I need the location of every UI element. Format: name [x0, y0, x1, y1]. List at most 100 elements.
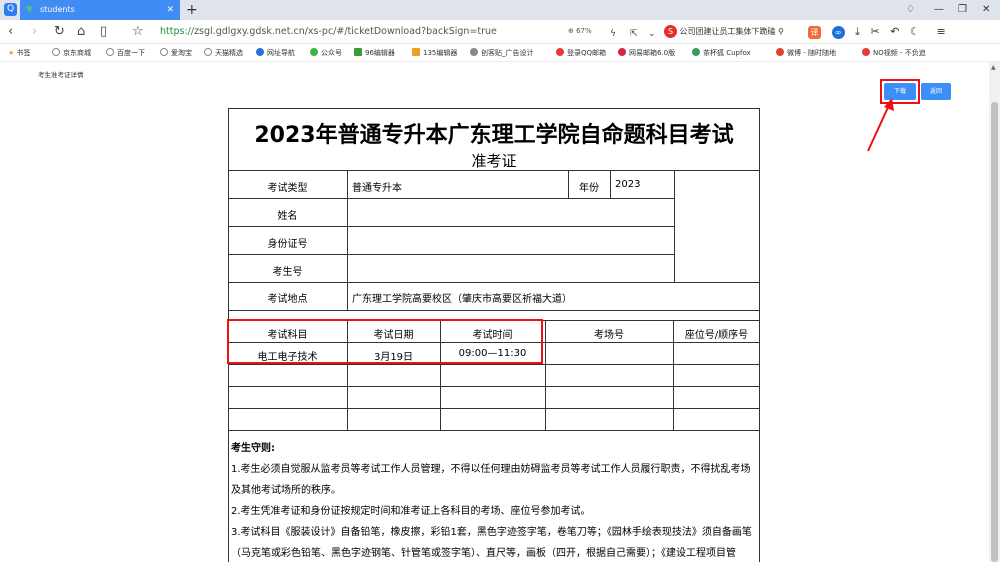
menu-icon[interactable]: ≡ — [936, 25, 945, 38]
moon-icon[interactable]: ☾ — [910, 25, 920, 38]
bookmarks-bar: ★ 书签 京东商城 百度一下 爱淘宝 天猫精选 网址导航 公众号 96编辑器 1… — [0, 44, 1000, 62]
location-label: 考试地点 — [267, 294, 308, 305]
reload-icon[interactable]: ↻ — [54, 24, 65, 40]
location-value: 广东理工学院高要校区（肇庆市高要区祈福大道） — [352, 294, 572, 305]
close-window-icon[interactable]: ✕ — [982, 0, 990, 20]
globe-icon — [204, 48, 212, 56]
grid-line — [228, 254, 674, 255]
annotation-box — [227, 319, 543, 364]
bookmark-item[interactable]: 京东商城 — [52, 48, 91, 58]
year-label: 年份 — [579, 183, 599, 194]
student-no-label: 考生号 — [272, 267, 303, 278]
bookmark-item[interactable]: 天猫精选 — [204, 48, 243, 58]
globe-icon — [160, 48, 168, 56]
grid-line — [228, 364, 760, 365]
tab-students[interactable]: ▼ students ✕ — [20, 0, 180, 20]
tab-title: students — [40, 5, 75, 14]
bookmark-item[interactable]: 百度一下 — [106, 48, 145, 58]
search-box[interactable]: S 公司团建让员工集体下跪磕 ⚲ — [664, 25, 784, 38]
rule-line: （马克笔或彩色铅笔、黑色字迹钢笔、针管笔或签字笔）、直尺等，画板（四开，根据自己… — [231, 548, 736, 559]
editor96-icon — [354, 48, 362, 56]
grid-line — [228, 198, 674, 199]
bookmark-item[interactable]: 创客贴_广告设计 — [470, 48, 534, 58]
chevron-down-icon[interactable]: ⌄ — [648, 26, 656, 42]
globe-icon — [52, 48, 60, 56]
bookmark-item[interactable]: 爱淘宝 — [160, 48, 192, 58]
year-value: 2023 — [615, 179, 641, 190]
bookmark-item[interactable]: 微博 - 随时随地 — [776, 48, 836, 58]
scissors-icon[interactable]: ✂ — [871, 25, 880, 38]
address-bar: ‹ › ↻ ⌂ ▯ ☆ https://zsgl.gdlgxy.gdsk.net… — [0, 20, 1000, 44]
grid-line — [674, 170, 675, 282]
new-tab-icon[interactable]: + — [186, 0, 198, 20]
qq-mail-icon — [556, 48, 564, 56]
bookmark-item[interactable]: 135编辑器 — [412, 48, 457, 58]
rules-heading: 考生守则: — [231, 443, 275, 454]
url-field[interactable]: https://zsgl.gdlgxy.gdsk.net.cn/xs-pc/#/… — [160, 26, 497, 37]
bookmark-item[interactable]: 公众号 — [310, 48, 342, 58]
restore-icon[interactable]: ❐ — [958, 0, 967, 20]
grid-line — [228, 282, 760, 283]
annotation-arrow — [867, 98, 894, 152]
back-icon[interactable]: ‹ — [8, 24, 13, 40]
grid-line — [228, 408, 760, 409]
star-filled-icon: ★ — [8, 49, 15, 57]
search-engine-icon: S — [664, 25, 677, 38]
scroll-thumb[interactable] — [991, 102, 998, 562]
bookmark-item[interactable]: 96编辑器 — [354, 48, 395, 58]
grid-line — [347, 170, 348, 310]
ticket-title: 2023年普通专升本广东理工学院自命题科目考试 — [254, 123, 734, 148]
back-button[interactable]: 返回 — [921, 83, 951, 100]
scrollbar[interactable]: ▲ — [989, 62, 1000, 562]
star-icon[interactable]: ☆ — [132, 24, 144, 40]
bookmark-item[interactable]: ★ 书签 — [8, 48, 31, 58]
download-icon[interactable]: ⤓ — [855, 25, 860, 38]
exam-type-label: 考试类型 — [267, 183, 308, 194]
share-icon[interactable]: ⇱ — [630, 26, 638, 42]
bookmark-item[interactable]: 茶杯狐 Cupfox — [692, 48, 751, 58]
tab-close-icon[interactable]: ✕ — [166, 0, 174, 20]
rule-line: 2.考生凭准考证和身份证按规定时间和准考证上各科目的考场、座位号参加考试。 — [231, 506, 591, 517]
search-hint: 公司团建让员工集体下跪磕 — [679, 27, 776, 36]
url-path: zsgl.gdlgxy.gdsk.net.cn/xs-pc/#/ticketDo… — [194, 26, 497, 37]
extension-infinity-icon[interactable]: ∞ — [831, 26, 845, 39]
rules-section: 考生守则: 1.考生必须自觉服从监考员等考试工作人员管理，不得以任何理由妨碍监考… — [231, 438, 757, 564]
rule-line: 1.考生必须自觉服从监考员等考试工作人员管理，不得以任何理由妨碍监考员等考试工作… — [231, 464, 751, 475]
bookmark-item[interactable]: 登录QQ邮箱 — [556, 48, 606, 58]
breadcrumb: 考生准考证详情 — [38, 71, 84, 79]
globe-icon — [106, 48, 114, 56]
tab-bar: Q ▼ students ✕ + ♢ — ❐ ✕ — [0, 0, 1000, 20]
forward-icon[interactable]: › — [32, 24, 37, 40]
home-icon[interactable]: ⌂ — [77, 24, 85, 40]
vue-favicon-icon: ▼ — [26, 5, 33, 15]
undo-icon[interactable]: ↶ — [890, 25, 899, 38]
zoom-value: 67% — [576, 27, 592, 35]
url-protocol: https:// — [160, 26, 195, 37]
wechat-icon — [310, 48, 318, 56]
chuangketie-icon — [470, 48, 478, 56]
lightning-icon[interactable]: ϟ — [610, 26, 616, 42]
grid-line — [228, 430, 760, 431]
browser-logo-icon[interactable]: Q — [4, 3, 17, 16]
column-header: 考场号 — [594, 330, 624, 341]
grid-line — [228, 170, 760, 171]
name-label: 姓名 — [277, 211, 298, 222]
grid-line — [228, 226, 674, 227]
shirt-icon[interactable]: ♢ — [906, 0, 915, 20]
search-icon[interactable]: ⚲ — [778, 27, 784, 36]
bookmark-item[interactable]: 网易邮箱6.0版 — [618, 48, 675, 58]
bookmark-item[interactable]: NO视频 - 不负追 — [862, 48, 926, 58]
zoom-level[interactable]: ⊕ 67% — [568, 27, 592, 35]
extension-red-icon[interactable]: 译 — [808, 26, 821, 39]
reader-icon[interactable]: ▯ — [100, 24, 107, 40]
grid-line — [228, 386, 760, 387]
bookmark-item[interactable]: 网址导航 — [256, 48, 295, 58]
compass-icon — [256, 48, 264, 56]
editor135-icon — [412, 48, 420, 56]
id-label: 身份证号 — [267, 239, 308, 250]
ticket-subtitle: 准考证 — [471, 152, 517, 170]
scroll-up-icon[interactable]: ▲ — [991, 64, 996, 71]
column-header: 座位号/顺序号 — [684, 330, 749, 341]
minimize-icon[interactable]: — — [934, 0, 944, 20]
rule-line: 及其他考试场所的秩序。 — [231, 485, 341, 496]
